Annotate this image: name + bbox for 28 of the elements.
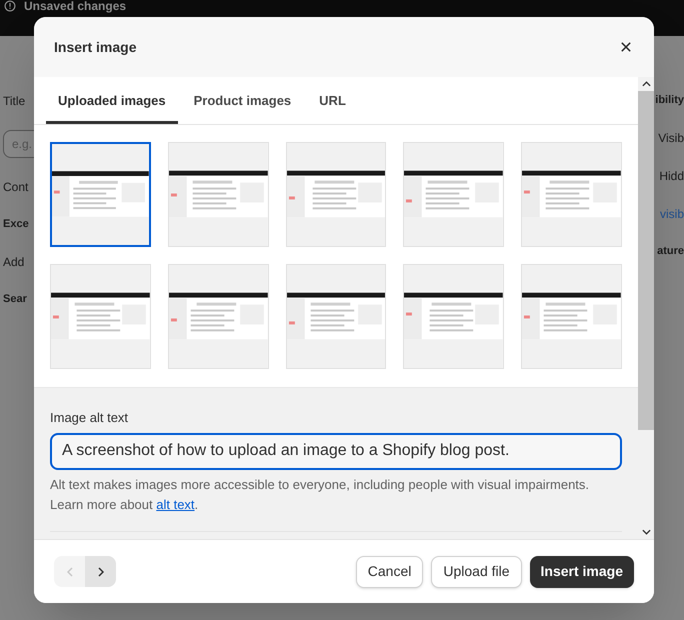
secondary-button[interactable]: Cancel: [356, 556, 424, 588]
primary-button[interactable]: Insert image: [530, 556, 634, 588]
field-label: Visib: [658, 130, 684, 146]
section-heading: Exce: [3, 217, 30, 232]
tab[interactable]: Uploaded images: [46, 77, 178, 124]
section-heading: ature: [657, 244, 684, 258]
chevron-left-icon: [66, 566, 72, 576]
help-text: Alt text makes images more accessible to everyone, including people with visual impairments. Learn more about alt text.: [50, 474, 622, 532]
scroll-up-icon[interactable]: [642, 81, 650, 87]
field-label: Title: [3, 93, 26, 110]
field-label: Add: [3, 254, 26, 270]
status-text: Unsaved changes: [24, 0, 126, 13]
scrollbar[interactable]: [638, 77, 654, 539]
secondary-button[interactable]: Upload file: [431, 556, 522, 588]
section-heading: ibility: [655, 93, 684, 108]
dialog-title: Insert image: [54, 38, 136, 57]
scroll-down-icon[interactable]: [642, 529, 650, 535]
section-heading: Sear: [3, 292, 28, 306]
field-label: Hidd: [659, 168, 684, 184]
chevron-right-icon: [98, 566, 104, 576]
input-field[interactable]: A screenshot of how to upload an image to a Shopify blog post.: [50, 432, 622, 470]
tab[interactable]: URL: [307, 77, 358, 124]
alert-icon: [4, 0, 16, 12]
next-page-button[interactable]: [85, 556, 116, 587]
alt-text-link[interactable]: alt text: [156, 496, 195, 512]
field-label: Image alt text: [50, 409, 130, 427]
field-label: Cont: [3, 179, 30, 196]
tab[interactable]: Product images: [182, 77, 304, 124]
